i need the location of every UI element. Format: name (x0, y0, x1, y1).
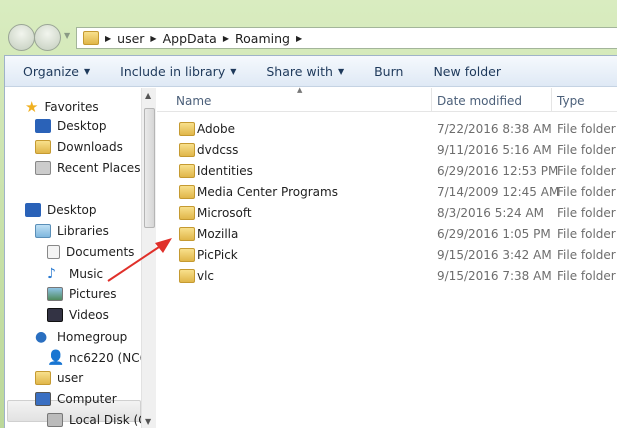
annotation-arrow (107, 238, 172, 282)
